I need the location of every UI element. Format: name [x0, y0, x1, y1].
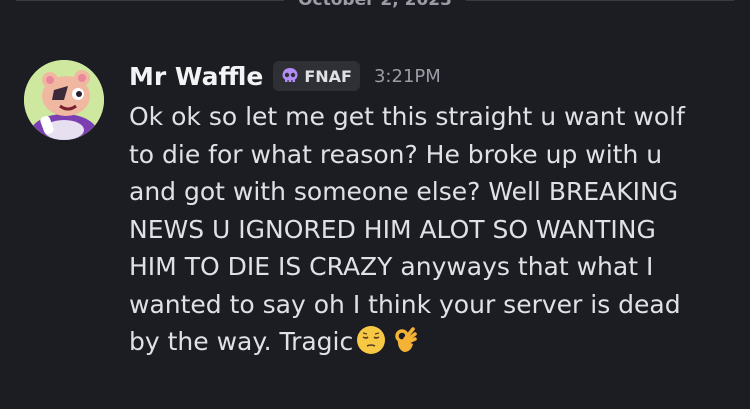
ok-hand-icon[interactable] [389, 325, 419, 355]
avatar[interactable] [24, 60, 104, 140]
date-divider-label: October 2, 2023 [298, 0, 452, 10]
server-tag[interactable]: FNAF [273, 61, 360, 91]
message-content: Mr Waffle FNAF 3:21PM Ok ok so let me ge… [129, 60, 734, 361]
message-line-6: wanted to say oh I think your server is … [129, 289, 681, 319]
message-body: Ok ok so let me get this straight u want… [129, 98, 734, 361]
server-tag-label: FNAF [304, 66, 352, 86]
message-line-7-text: by the way. Tragic [129, 327, 354, 356]
message-header: Mr Waffle FNAF 3:21PM [129, 60, 734, 92]
divider-line-left [16, 0, 285, 1]
message-line-3: and got with someone else? Well BREAKING [129, 177, 679, 206]
date-divider: October 2, 2023 [0, 0, 750, 12]
chat-view: October 2, 2023 Mr Waffle FNAF 3:21PM Ok… [0, 0, 750, 409]
timestamp: 3:21PM [373, 65, 441, 87]
divider-line-right [465, 0, 735, 1]
skull-icon [282, 68, 298, 82]
avatar-image [24, 60, 104, 140]
message-line-7: by the way. Tragic [129, 323, 734, 361]
message-line-5: HIM TO DIE IS CRAZY anyways that what I [129, 252, 654, 281]
message-line-4: NEWS U IGNORED HIM ALOT SO WANTING [129, 214, 656, 244]
username[interactable]: Mr Waffle [129, 62, 263, 91]
message-line-2: to die for what reason? He broke up with… [129, 139, 663, 169]
pensive-face-icon[interactable] [356, 325, 386, 355]
message-line-1: Ok ok so let me get this straight u want… [129, 102, 685, 131]
